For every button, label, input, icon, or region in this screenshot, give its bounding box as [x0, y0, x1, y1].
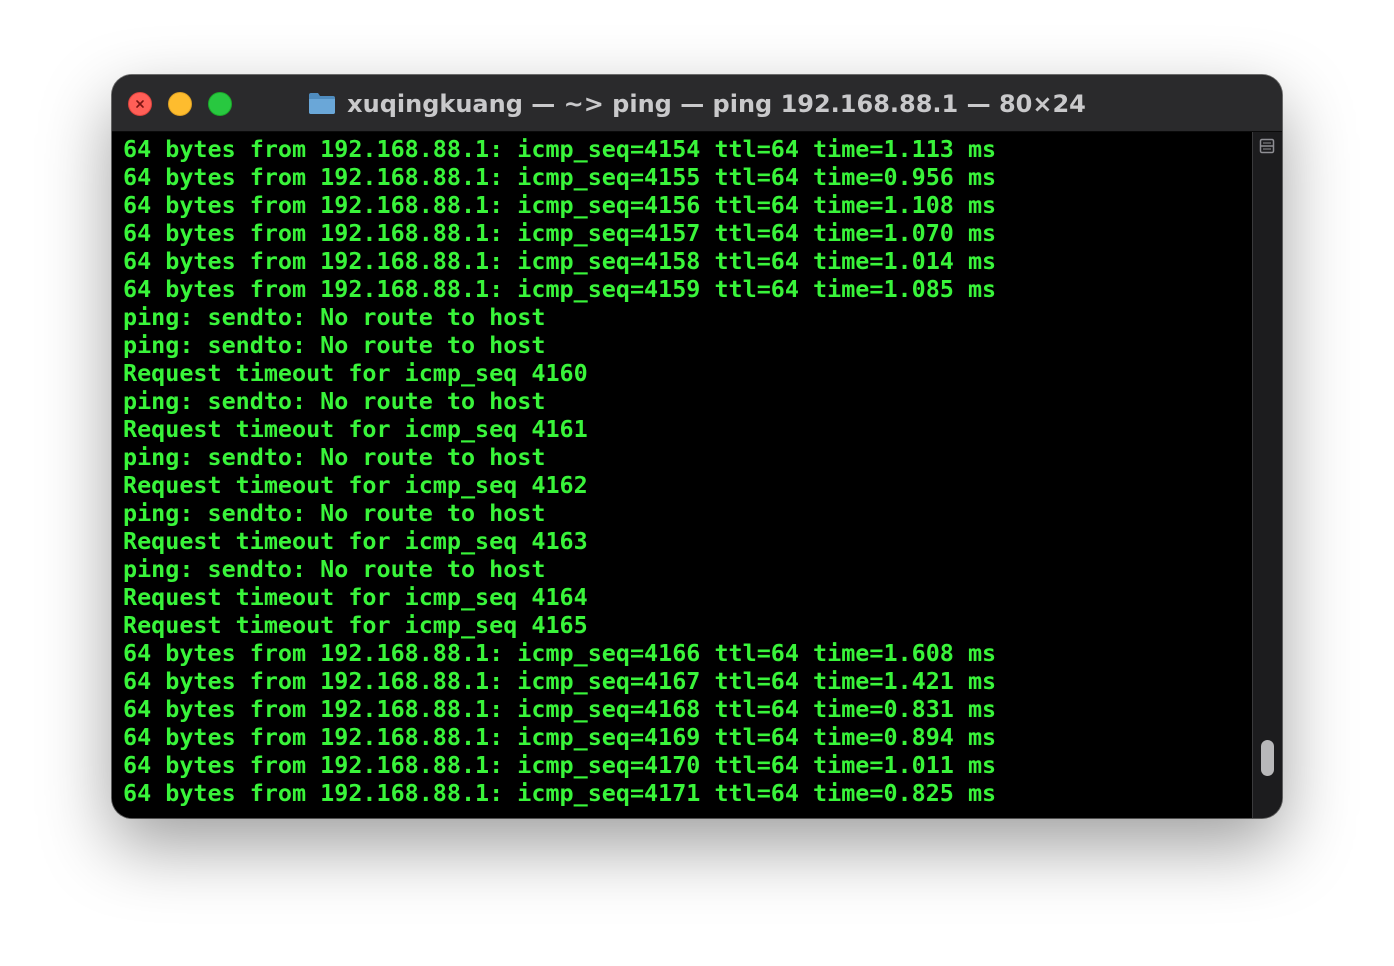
terminal-line: 64 bytes from 192.168.88.1: icmp_seq=415…: [123, 275, 997, 303]
terminal-line: Request timeout for icmp_seq 4164: [123, 583, 588, 611]
terminal-line: Request timeout for icmp_seq 4160: [123, 359, 588, 387]
terminal-line: Request timeout for icmp_seq 4161: [123, 415, 588, 443]
terminal-line: 64 bytes from 192.168.88.1: icmp_seq=416…: [123, 639, 997, 667]
terminal-line: 64 bytes from 192.168.88.1: icmp_seq=416…: [123, 667, 997, 695]
terminal-line: Request timeout for icmp_seq 4165: [123, 611, 588, 639]
title-bar[interactable]: xuqingkuang — ~> ping — ping 192.168.88.…: [112, 75, 1282, 132]
terminal-line: ping: sendto: No route to host: [123, 387, 546, 415]
terminal-line: 64 bytes from 192.168.88.1: icmp_seq=417…: [123, 779, 997, 807]
terminal-line: ping: sendto: No route to host: [123, 331, 546, 359]
terminal-line: 64 bytes from 192.168.88.1: icmp_seq=415…: [123, 247, 997, 275]
terminal-line: ping: sendto: No route to host: [123, 303, 546, 331]
terminal-line: 64 bytes from 192.168.88.1: icmp_seq=415…: [123, 163, 997, 191]
terminal-line: 64 bytes from 192.168.88.1: icmp_seq=416…: [123, 695, 997, 723]
terminal-window: xuqingkuang — ~> ping — ping 192.168.88.…: [112, 75, 1282, 818]
terminal-line: 64 bytes from 192.168.88.1: icmp_seq=415…: [123, 219, 997, 247]
terminal-line: ping: sendto: No route to host: [123, 443, 546, 471]
terminal-line: Request timeout for icmp_seq 4163: [123, 527, 588, 555]
terminal-line: 64 bytes from 192.168.88.1: icmp_seq=416…: [123, 723, 997, 751]
vertical-scrollbar[interactable]: [1252, 132, 1282, 818]
terminal-line: Request timeout for icmp_seq 4162: [123, 471, 588, 499]
terminal-output[interactable]: 64 bytes from 192.168.88.1: icmp_seq=415…: [112, 132, 1252, 818]
terminal-line: 64 bytes from 192.168.88.1: icmp_seq=415…: [123, 191, 997, 219]
terminal-line: ping: sendto: No route to host: [123, 555, 546, 583]
terminal-line: ping: sendto: No route to host: [123, 499, 546, 527]
split-view-icon[interactable]: [1259, 138, 1275, 154]
scrollbar-thumb[interactable]: [1261, 739, 1274, 776]
folder-icon: [309, 93, 336, 114]
terminal-line: 64 bytes from 192.168.88.1: icmp_seq=415…: [123, 135, 997, 163]
window-title: xuqingkuang — ~> ping — ping 192.168.88.…: [347, 89, 1086, 118]
window-title-area: xuqingkuang — ~> ping — ping 192.168.88.…: [112, 75, 1282, 132]
terminal-line: 64 bytes from 192.168.88.1: icmp_seq=417…: [123, 751, 997, 779]
